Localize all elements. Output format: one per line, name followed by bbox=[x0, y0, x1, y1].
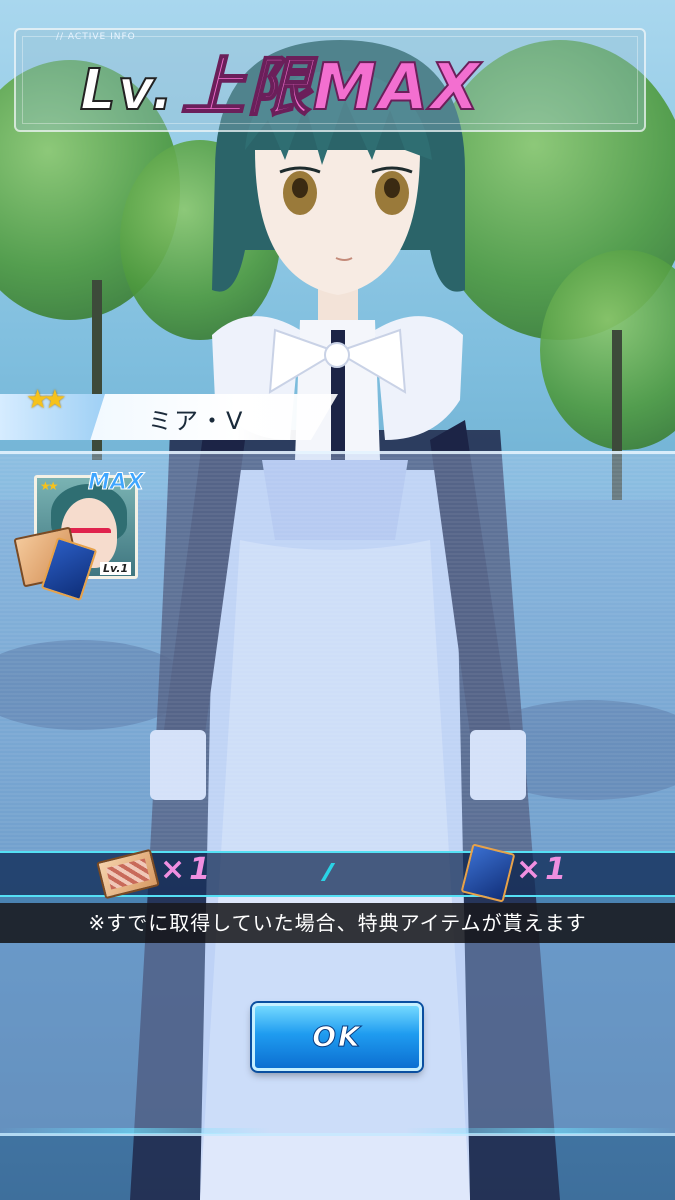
card-level: Lv.1 bbox=[100, 562, 132, 575]
item-b-count: ×1 bbox=[516, 852, 571, 887]
banner-tag: // ACTIVE INFO bbox=[56, 32, 136, 42]
ok-button-label: OK bbox=[312, 1020, 362, 1054]
ok-button[interactable]: OK bbox=[252, 1003, 422, 1071]
character-name: ミア・V bbox=[148, 407, 245, 435]
bonus-note: ※すでに取得していた場合、特典アイテムが貰えます bbox=[0, 903, 675, 943]
banner-title: Lv.上限MAX bbox=[79, 48, 482, 128]
game-screen: // ACTIVE INFO Lv.上限MAX ★★ ミア・V ★★ MAX L… bbox=[0, 0, 675, 1200]
item-a-count: ×1 bbox=[160, 852, 215, 887]
card-star-icon: ★★ bbox=[40, 479, 58, 493]
banner-max-text: 上限MAX bbox=[180, 50, 482, 126]
banner-lv-text: Lv. bbox=[79, 57, 175, 124]
card-eyes bbox=[67, 528, 111, 541]
rarity-star-icon: ★★ bbox=[26, 385, 67, 415]
card-max-label: MAX bbox=[88, 470, 145, 496]
panel-bottom-deco bbox=[0, 1128, 675, 1134]
